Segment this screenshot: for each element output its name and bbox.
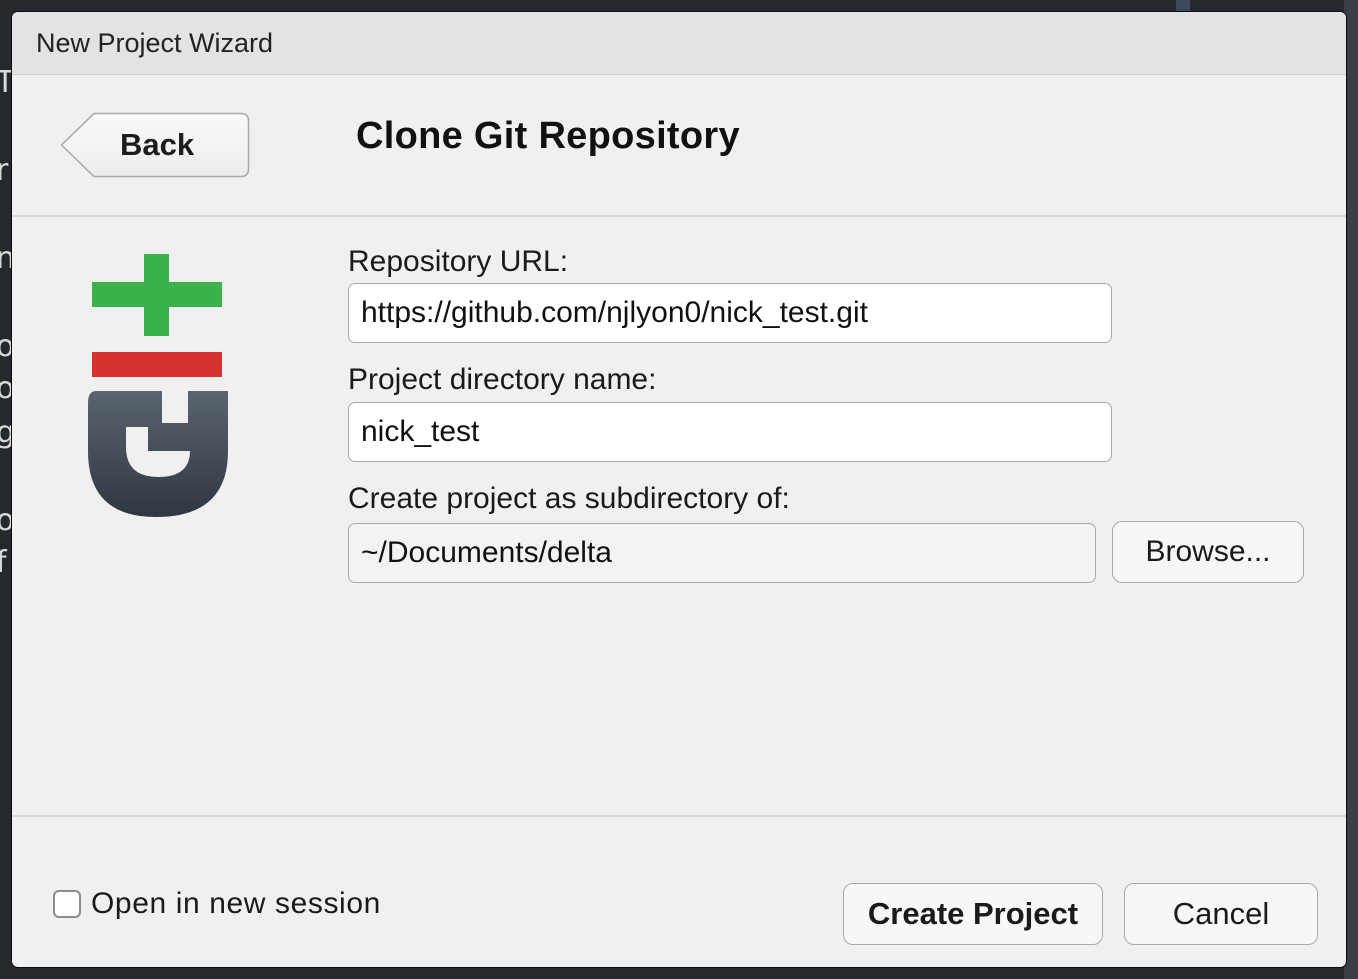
project-directory-name-input[interactable]: nick_test bbox=[348, 402, 1112, 462]
open-new-session-option[interactable]: Open in new session bbox=[53, 887, 381, 921]
wizard-header: Back Clone Git Repository bbox=[12, 75, 1346, 217]
background-fragment: f bbox=[0, 545, 7, 580]
project-directory-name-label: Project directory name: bbox=[348, 363, 657, 396]
subdirectory-path-field[interactable]: ~/Documents/delta bbox=[348, 523, 1096, 583]
background-scroll-marker bbox=[1176, 0, 1190, 12]
repository-url-label: Repository URL: bbox=[348, 245, 569, 278]
cancel-button[interactable]: Cancel bbox=[1124, 883, 1318, 945]
background-fragment: r bbox=[0, 153, 9, 188]
subdirectory-label: Create project as subdirectory of: bbox=[348, 482, 790, 515]
open-new-session-label: Open in new session bbox=[91, 887, 381, 920]
wizard-body: Repository URL: https://github.com/njlyo… bbox=[12, 217, 1346, 817]
new-project-wizard-dialog: New Project Wizard Back Clone Git Reposi… bbox=[12, 12, 1346, 967]
page-title: Clone Git Repository bbox=[356, 115, 740, 157]
dialog-titlebar: New Project Wizard bbox=[12, 12, 1346, 75]
repository-url-input[interactable]: https://github.com/njlyon0/nick_test.git bbox=[348, 283, 1112, 343]
back-button-label: Back bbox=[120, 127, 195, 162]
back-button[interactable]: Back bbox=[60, 112, 250, 178]
browse-button[interactable]: Browse... bbox=[1112, 521, 1304, 583]
open-new-session-checkbox[interactable] bbox=[53, 890, 81, 918]
window-title: New Project Wizard bbox=[36, 27, 274, 58]
wizard-footer: Open in new session Create Project Cance… bbox=[12, 817, 1346, 967]
git-logo-icon bbox=[88, 254, 228, 517]
background-right-panel bbox=[1344, 0, 1358, 979]
create-project-button[interactable]: Create Project bbox=[843, 883, 1103, 945]
